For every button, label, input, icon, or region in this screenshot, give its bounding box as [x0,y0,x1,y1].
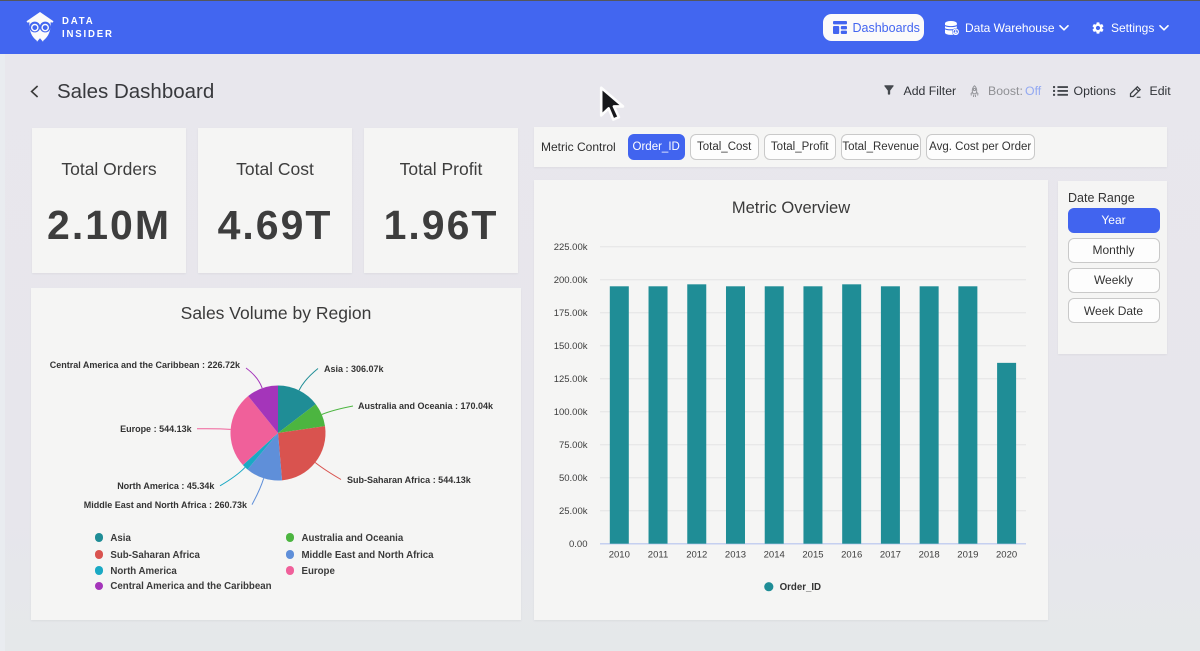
svg-text:2017: 2017 [880,550,901,561]
svg-text:100.00k: 100.00k [554,407,588,418]
svg-text:2015: 2015 [802,550,823,561]
svg-text:150.00k: 150.00k [554,341,588,352]
svg-text:25.00k: 25.00k [559,506,588,517]
svg-text:2012: 2012 [686,550,707,561]
svg-text:2010: 2010 [609,550,630,561]
svg-text:75.00k: 75.00k [559,440,588,451]
svg-text:50.00k: 50.00k [559,473,588,484]
svg-text:125.00k: 125.00k [554,374,588,385]
svg-text:225.00k: 225.00k [554,242,588,253]
svg-text:2016: 2016 [841,550,862,561]
svg-text:Order_ID: Order_ID [780,582,821,593]
svg-text:2018: 2018 [919,550,940,561]
svg-text:2011: 2011 [648,550,668,561]
svg-text:2013: 2013 [725,550,746,561]
svg-text:175.00k: 175.00k [554,308,588,319]
svg-text:2014: 2014 [764,550,785,561]
svg-text:2019: 2019 [957,550,978,561]
svg-text:0.00: 0.00 [569,539,588,550]
svg-text:200.00k: 200.00k [554,275,588,286]
svg-text:2020: 2020 [996,550,1017,561]
